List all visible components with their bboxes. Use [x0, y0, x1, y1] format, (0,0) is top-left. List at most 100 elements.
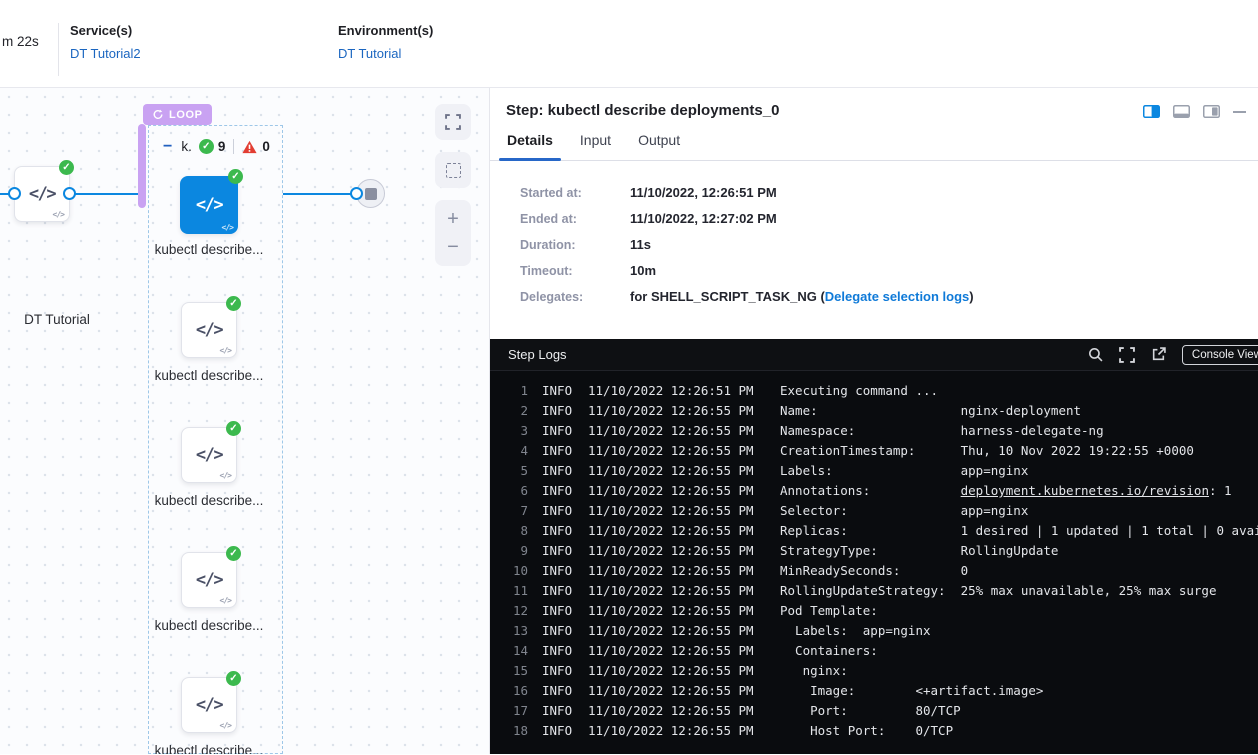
log-line: 14INFO11/10/2022 12:26:55 PM Containers: — [502, 641, 1258, 661]
search-icon[interactable] — [1088, 347, 1103, 362]
log-annotation-link[interactable]: deployment.kubernetes.io/revision — [961, 483, 1209, 498]
fullscreen-icon[interactable] — [1119, 347, 1135, 363]
start-node-label: DT Tutorial — [1, 312, 113, 327]
fullscreen-button[interactable] — [435, 104, 471, 140]
divider — [233, 139, 234, 154]
shell-script-icon: </> — [220, 471, 231, 480]
step-title: Step: kubectl describe deployments_0 — [506, 102, 779, 119]
logs-header: Step Logs Console View — [490, 339, 1258, 371]
log-line: 18INFO11/10/2022 12:26:55 PM Host Port: … — [502, 721, 1258, 741]
detail-value: for SHELL_SCRIPT_TASK_NG (Delegate selec… — [630, 289, 974, 304]
detail-value: 11/10/2022, 12:26:51 PM — [630, 185, 777, 200]
environment-link[interactable]: DT Tutorial — [338, 46, 433, 61]
step-logs-panel: Step Logs Console View 1INFO11/10/2022 1… — [490, 339, 1258, 754]
code-icon: </> — [29, 184, 55, 204]
shell-script-icon: </> — [220, 721, 231, 730]
logs-body[interactable]: 1INFO11/10/2022 12:26:51 PMExecuting com… — [490, 371, 1258, 754]
loop-group-header: − k. ✓ 9 0 — [163, 139, 278, 154]
code-icon: </> — [196, 195, 222, 215]
step-node[interactable]: </></>✓ — [181, 677, 237, 733]
code-icon: </> — [196, 570, 222, 590]
success-check-icon: ✓ — [199, 139, 214, 154]
detail-value: 11/10/2022, 12:27:02 PM — [630, 211, 777, 226]
side-panel-view-icon[interactable] — [1203, 105, 1220, 118]
bottom-view-icon[interactable] — [1173, 105, 1190, 118]
step-node[interactable]: </></>✓ — [180, 176, 238, 234]
logs-actions: Console View — [1088, 345, 1248, 365]
code-icon: </> — [196, 320, 222, 340]
log-line: 6INFO11/10/2022 12:26:55 PMAnnotations: … — [502, 481, 1258, 501]
edge-connector-dot — [350, 187, 363, 200]
execution-graph[interactable]: LOOP − k. ✓ 9 0 </> </> ✓ DT Tutorial — [0, 88, 490, 754]
tab-output[interactable]: Output — [638, 132, 680, 160]
success-check-icon: ✓ — [226, 671, 241, 686]
detail-label: Started at: — [520, 186, 630, 200]
detail-row-ended-at: Ended at: 11/10/2022, 12:27:02 PM — [520, 211, 1258, 226]
log-line: 5INFO11/10/2022 12:26:55 PMLabels: app=n… — [502, 461, 1258, 481]
tab-details[interactable]: Details — [507, 132, 553, 160]
marquee-select-button[interactable] — [435, 152, 471, 188]
services-label: Service(s) — [70, 23, 141, 38]
loop-badge: LOOP — [143, 104, 212, 125]
graph-edge — [283, 193, 357, 195]
zoom-out-button[interactable]: − — [447, 238, 459, 256]
split-right-view-icon[interactable] — [1143, 105, 1160, 118]
detail-label: Ended at: — [520, 212, 630, 226]
collapse-group-icon[interactable]: − — [163, 142, 172, 152]
step-label: kubectl describe... — [154, 616, 264, 635]
environments-block: Environment(s) DT Tutorial — [338, 23, 433, 61]
detail-row-started-at: Started at: 11/10/2022, 12:26:51 PM — [520, 185, 1258, 200]
log-line: 12INFO11/10/2022 12:26:55 PMPod Template… — [502, 601, 1258, 621]
log-line: 4INFO11/10/2022 12:26:55 PMCreationTimes… — [502, 441, 1258, 461]
pipeline-duration: m 22s — [2, 34, 39, 49]
detail-value: 10m — [630, 263, 656, 278]
detail-value: 11s — [630, 237, 651, 252]
success-check-icon: ✓ — [226, 296, 241, 311]
step-label: kubectl describe... — [154, 491, 264, 510]
shell-script-icon: </> — [222, 223, 233, 232]
detail-row-timeout: Timeout: 10m — [520, 263, 1258, 278]
shell-script-icon: </> — [220, 346, 231, 355]
log-line: 7INFO11/10/2022 12:26:55 PMSelector: app… — [502, 501, 1258, 521]
minimize-icon[interactable] — [1233, 111, 1246, 113]
open-in-new-tab-icon[interactable] — [1151, 347, 1166, 362]
edge-connector-dot — [63, 187, 76, 200]
tab-input[interactable]: Input — [580, 132, 611, 160]
console-view-button[interactable]: Console View — [1182, 345, 1258, 365]
execution-summary-bar: m 22s Service(s) DT Tutorial2 Environmen… — [0, 0, 1258, 88]
log-line: 9INFO11/10/2022 12:26:55 PMStrategyType:… — [502, 541, 1258, 561]
step-node[interactable]: </></>✓ — [181, 427, 237, 483]
log-line: 3INFO11/10/2022 12:26:55 PMNamespace: ha… — [502, 421, 1258, 441]
service-link[interactable]: DT Tutorial2 — [70, 46, 141, 61]
success-check-icon: ✓ — [228, 169, 243, 184]
success-check-icon: ✓ — [226, 546, 241, 561]
log-line: 16INFO11/10/2022 12:26:55 PM Image: <+ar… — [502, 681, 1258, 701]
step-label: kubectl describe... — [154, 741, 264, 754]
log-line: 10INFO11/10/2022 12:26:55 PMMinReadySeco… — [502, 561, 1258, 581]
delegate-selection-logs-link[interactable]: Delegate selection logs — [825, 289, 970, 304]
step-node[interactable]: </></>✓ — [181, 302, 237, 358]
loop-icon — [152, 109, 164, 120]
code-icon: </> — [196, 695, 222, 715]
log-line: 8INFO11/10/2022 12:26:55 PMReplicas: 1 d… — [502, 521, 1258, 541]
start-step-node[interactable]: </> </> ✓ DT Tutorial — [14, 166, 70, 222]
detail-row-delegates: Delegates: for SHELL_SCRIPT_TASK_NG (Del… — [520, 289, 1258, 304]
log-line: 17INFO11/10/2022 12:26:55 PM Port: 80/TC… — [502, 701, 1258, 721]
step-label: kubectl describe... — [154, 366, 264, 385]
log-line: 15INFO11/10/2022 12:26:55 PM nginx: — [502, 661, 1258, 681]
details-tabs: Details Input Output — [490, 132, 1258, 161]
loop-badge-label: LOOP — [169, 109, 203, 121]
step-node[interactable]: </></>✓ — [181, 552, 237, 608]
zoom-in-button[interactable]: + — [447, 210, 459, 228]
environments-label: Environment(s) — [338, 23, 433, 38]
shell-script-icon: </> — [53, 210, 64, 219]
group-name: k. — [181, 139, 192, 154]
loop-group-strip — [138, 124, 146, 208]
graph-edge — [68, 193, 138, 195]
services-block: Service(s) DT Tutorial2 — [70, 23, 141, 61]
step-label: kubectl describe... — [154, 240, 264, 259]
step-details-panel: Step: kubectl describe deployments_0 — [490, 88, 1258, 754]
log-line: 13INFO11/10/2022 12:26:55 PM Labels: app… — [502, 621, 1258, 641]
code-icon: </> — [196, 445, 222, 465]
detail-row-duration: Duration: 11s — [520, 237, 1258, 252]
